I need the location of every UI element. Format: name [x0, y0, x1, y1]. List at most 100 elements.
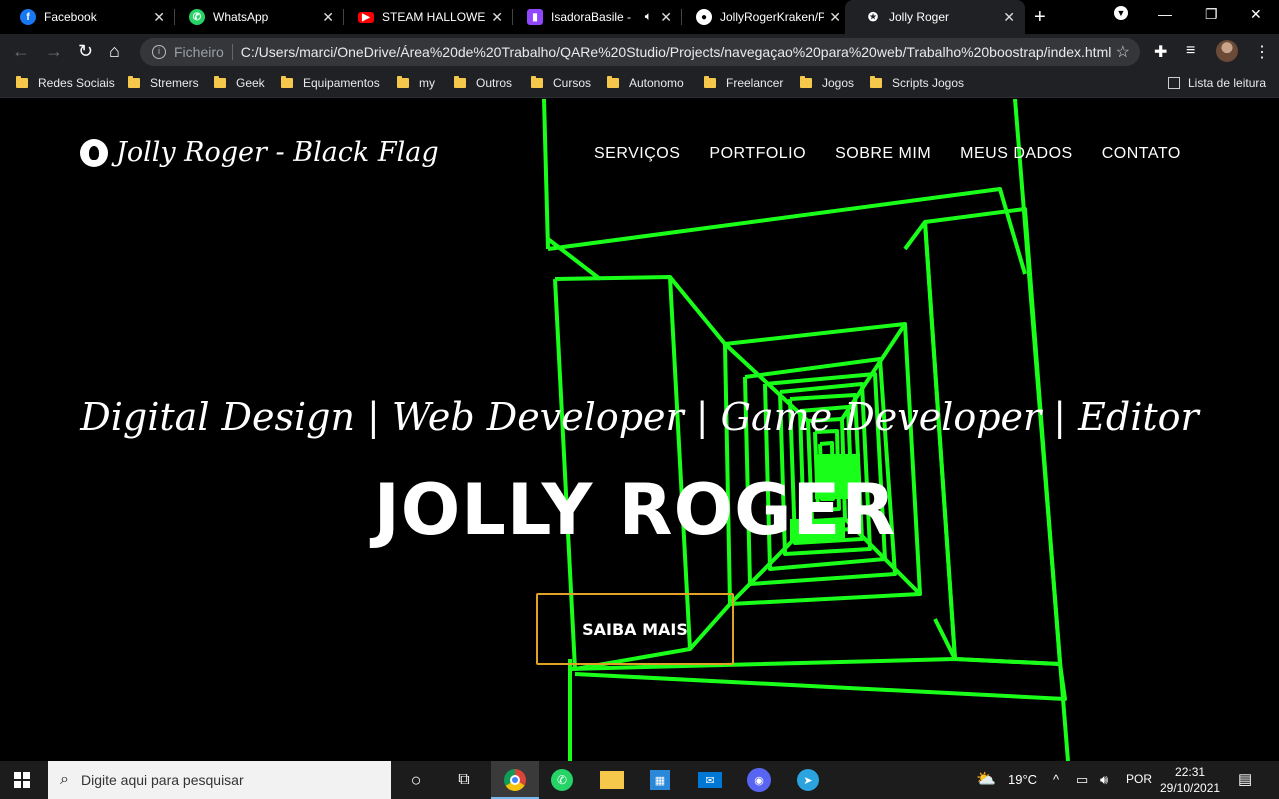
saiba-mais-button[interactable]: SAIBA MAIS	[536, 593, 734, 665]
speaker-icon[interactable]: 🔈︎	[645, 9, 652, 24]
taskbar-clock[interactable]: 22:31 29/10/2021	[1160, 764, 1220, 796]
info-icon[interactable]: i	[152, 45, 166, 59]
search-icon: ⌕	[60, 771, 69, 788]
tab-title: Jolly Roger	[889, 10, 950, 24]
tab-strip: f Facebook ✕ ✆ WhatsApp ✕ ▶ STEAM HALLOW…	[0, 0, 1279, 34]
bookmark-folder[interactable]: Autonomo	[607, 76, 684, 90]
nav-link-portfolio[interactable]: PORTFOLIO	[709, 145, 806, 163]
close-icon[interactable]: ✕	[1003, 9, 1015, 26]
bookmark-folder[interactable]: Equipamentos	[281, 76, 380, 90]
facebook-icon: f	[20, 9, 36, 25]
tab-title: STEAM HALLOWEEN	[382, 10, 486, 24]
file-explorer-icon[interactable]	[600, 771, 624, 789]
close-icon[interactable]: ✕	[491, 9, 503, 26]
rebel-icon: ✪	[867, 10, 879, 24]
extensions-icon[interactable]: ✚	[1154, 42, 1167, 62]
tab-title: WhatsApp	[213, 10, 269, 24]
restore-icon[interactable]: ❐	[1205, 6, 1218, 23]
bookmark-folder[interactable]: my	[397, 76, 435, 90]
task-view-icon[interactable]: ⧉	[451, 767, 477, 793]
network-icon[interactable]: ▭	[1076, 772, 1088, 788]
minimize-icon[interactable]: —	[1158, 6, 1172, 22]
search-placeholder: Digite aqui para pesquisar	[80, 772, 244, 788]
taskbar-search[interactable]: ⌕ Digite aqui para pesquisar	[48, 761, 391, 799]
forward-arrow-icon[interactable]: →	[45, 41, 63, 62]
discord-icon[interactable]: ◉	[747, 768, 771, 792]
close-icon[interactable]: ✕	[322, 9, 334, 26]
tab-youtube[interactable]: ▶ STEAM HALLOWEEN ✕	[338, 0, 513, 34]
site-brand[interactable]: Jolly Roger - Black Flag	[80, 137, 439, 168]
folder-icon	[607, 76, 619, 88]
volume-icon[interactable]: 🔊︎	[1100, 772, 1108, 788]
close-icon[interactable]: ✕	[829, 9, 841, 26]
clock-date: 29/10/2021	[1160, 781, 1221, 795]
bookmark-folder[interactable]: Geek	[214, 76, 265, 90]
language-indicator[interactable]: POR	[1126, 772, 1152, 786]
whatsapp-icon[interactable]: ✆	[551, 769, 573, 791]
chrome-icon	[504, 769, 526, 791]
bookmark-folder[interactable]: Freelancer	[704, 76, 783, 90]
github-icon: ●	[696, 9, 712, 25]
windows-start-icon[interactable]	[14, 772, 30, 788]
media-control-icon[interactable]: ≡	[1186, 42, 1195, 60]
bookmark-folder[interactable]: Outros	[454, 76, 512, 90]
chevron-up-icon[interactable]: ^	[1053, 772, 1059, 787]
brand-text: Jolly Roger - Black Flag	[116, 137, 439, 168]
close-icon[interactable]: ✕	[660, 9, 672, 26]
folder-icon	[281, 76, 293, 88]
cortana-icon[interactable]: ○	[403, 767, 429, 793]
folder-icon	[454, 76, 466, 88]
close-window-icon[interactable]: ✕	[1250, 6, 1262, 23]
bookmark-folder[interactable]: Scripts Jogos	[870, 76, 964, 90]
tab-title: Facebook	[44, 10, 97, 24]
bookmark-folder[interactable]: Stremers	[128, 76, 199, 90]
nav-link-servicos[interactable]: SERVIÇOS	[594, 145, 680, 163]
clock-time: 22:31	[1175, 765, 1206, 779]
folder-icon	[214, 76, 226, 88]
folder-icon	[800, 76, 812, 88]
mail-icon[interactable]: ✉	[698, 772, 722, 788]
telegram-icon[interactable]: ➤	[797, 769, 819, 791]
reading-list-icon	[1168, 77, 1180, 89]
nav-link-sobre-mim[interactable]: SOBRE MIM	[835, 145, 931, 163]
new-tab-button[interactable]: +	[1034, 6, 1046, 29]
tab-title: IsadoraBasile -	[551, 10, 631, 24]
bookmark-folder[interactable]: Redes Sociais	[16, 76, 115, 90]
nav-link-contato[interactable]: CONTATO	[1102, 145, 1181, 163]
folder-icon	[870, 76, 882, 88]
bookmark-folder[interactable]: Cursos	[531, 76, 591, 90]
folder-icon	[531, 76, 543, 88]
tab-github[interactable]: ● JollyRogerKraken/P ✕	[676, 0, 851, 34]
rebel-alliance-icon	[80, 138, 108, 167]
reload-icon[interactable]: ↻	[78, 41, 93, 62]
browser-toolbar: ← → ↻ ⌂ i Ficheiro C:/Users/marci/OneDri…	[0, 34, 1279, 70]
taskbar-chrome[interactable]	[491, 761, 539, 799]
bookmark-star-icon[interactable]: ☆	[1116, 42, 1130, 62]
hero-headline: JOLLY ROGER	[373, 469, 897, 551]
youtube-icon: ▶	[358, 11, 374, 23]
notifications-icon[interactable]: ▤	[1238, 770, 1252, 788]
profile-avatar[interactable]	[1216, 40, 1238, 62]
twitch-icon: ▮	[527, 9, 543, 25]
store-icon[interactable]: ▦	[650, 770, 670, 790]
weather-temp[interactable]: 19°C	[1008, 772, 1037, 787]
home-icon[interactable]: ⌂	[109, 41, 120, 62]
back-arrow-icon[interactable]: ←	[12, 41, 30, 62]
folder-icon	[704, 76, 716, 88]
reading-list[interactable]: Lista de leitura	[1168, 76, 1266, 90]
tab-facebook[interactable]: f Facebook ✕	[0, 0, 175, 34]
close-icon[interactable]: ✕	[153, 9, 165, 26]
tab-twitch[interactable]: ▮ IsadoraBasile - 🔈︎ ✕	[507, 0, 682, 34]
url-text[interactable]: C:/Users/marci/OneDrive/Área%20de%20Trab…	[241, 44, 1112, 60]
address-bar[interactable]: i Ficheiro C:/Users/marci/OneDrive/Área%…	[140, 38, 1140, 66]
bookmark-folder[interactable]: Jogos	[800, 76, 854, 90]
nav-link-meus-dados[interactable]: MEUS DADOS	[960, 145, 1073, 163]
tab-search-icon[interactable]: ▼	[1114, 6, 1128, 20]
tab-title: JollyRogerKraken/P	[720, 10, 824, 24]
tab-jolly-roger[interactable]: ✪ Jolly Roger ✕	[845, 0, 1025, 34]
folder-icon	[16, 76, 28, 88]
weather-icon[interactable]: ⛅	[976, 769, 996, 789]
folder-icon	[397, 76, 409, 88]
tab-whatsapp[interactable]: ✆ WhatsApp ✕	[169, 0, 344, 34]
menu-icon[interactable]: ⋮	[1254, 42, 1270, 62]
